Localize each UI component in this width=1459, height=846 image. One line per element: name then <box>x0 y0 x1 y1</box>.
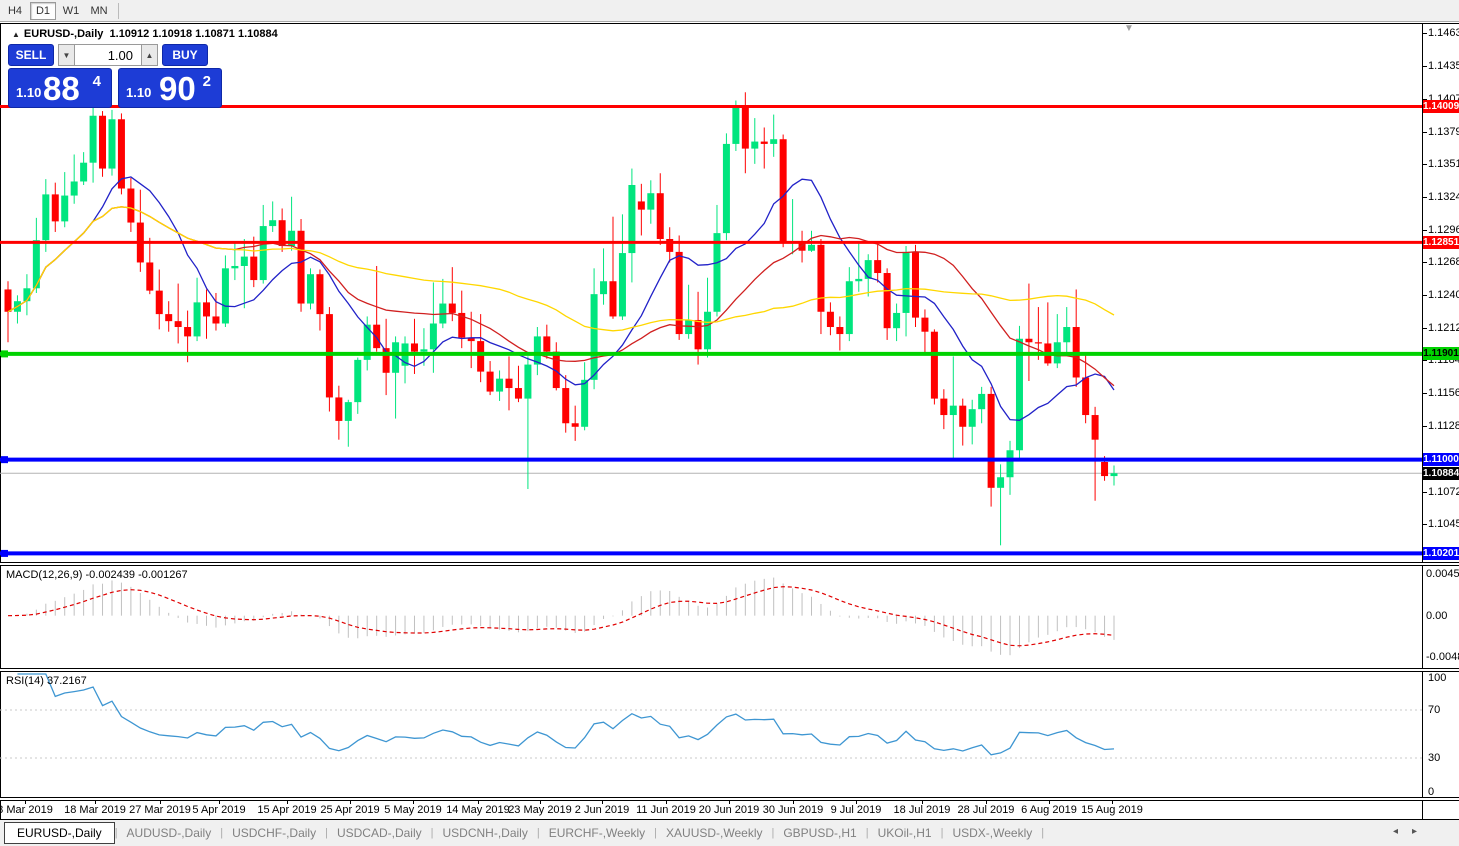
timeframe-toolbar: H4 D1 W1 MN <box>0 0 1459 22</box>
price-tick-mark <box>1423 524 1427 526</box>
macd-axis-zero: 0.00 <box>1426 609 1448 622</box>
volume-input[interactable] <box>75 44 141 66</box>
symbol-tab-bar: EURUSD-,Daily | AUDUSD-,Daily | USDCHF-,Dail… <box>0 820 1459 846</box>
tab-audusd-daily[interactable]: AUDUSD-,Daily <box>118 823 221 843</box>
price-tick-mark <box>1423 360 1427 362</box>
sell-price-pip: 4 <box>92 73 101 90</box>
collapse-arrow-icon[interactable]: ▲ <box>12 30 20 39</box>
spin-up-icon: ▲ <box>145 50 154 60</box>
price-tick-mark <box>1423 328 1427 330</box>
chart-shift-marker-icon[interactable]: ▼ <box>1124 23 1134 34</box>
price-tick-label: 1.11565 <box>1428 387 1459 400</box>
sell-button[interactable]: SELL <box>8 44 54 66</box>
chart-ohlc-quotes: 1.10912 1.10918 1.10871 1.10884 <box>109 28 278 40</box>
timeframe-button-h4[interactable]: H4 <box>2 2 28 20</box>
macd-axis-bottom: -0.004806 <box>1426 651 1459 663</box>
toolbar-separator <box>118 2 119 19</box>
date-tick-label: 15 Aug 2019 <box>1081 804 1143 816</box>
macd-panel-canvas[interactable] <box>0 566 1422 668</box>
macd-label: MACD(12,26,9) -0.002439 -0.001267 <box>6 569 188 581</box>
price-tick-label: 1.10450 <box>1428 518 1459 531</box>
price-level-badge: 1.11000 <box>1423 453 1459 467</box>
tab-eurusd-daily[interactable]: EURUSD-,Daily <box>4 822 115 844</box>
price-tick-label: 1.12120 <box>1428 322 1459 335</box>
timeframe-button-d1[interactable]: D1 <box>30 1 56 20</box>
tab-scroll-right-icon[interactable]: ▸ <box>1412 826 1431 837</box>
timeframe-button-w1[interactable]: W1 <box>58 2 84 20</box>
price-tick-label: 1.10725 <box>1428 485 1459 498</box>
price-level-badge: 1.14009 <box>1423 99 1459 113</box>
buy-button[interactable]: BUY <box>162 44 208 66</box>
buy-price-main: 90 <box>159 70 196 107</box>
sell-price-prefix: 1.10 <box>16 85 42 100</box>
volume-increase-button[interactable]: ▲ <box>141 44 158 66</box>
rsi-axis-label: 30 <box>1428 752 1441 764</box>
price-tick-label: 1.11285 <box>1428 420 1459 433</box>
macd-axis-top: 0.004517 <box>1426 568 1459 580</box>
price-tick-mark <box>1423 131 1427 133</box>
buy-price-pip: 2 <box>202 73 211 90</box>
price-tick-label: 1.14635 <box>1428 27 1459 39</box>
buy-price-prefix: 1.10 <box>126 85 152 100</box>
tab-eurchf-weekly[interactable]: EURCHF-,Weekly <box>540 823 654 843</box>
rsi-axis-label: 0 <box>1428 786 1435 798</box>
tab-xauusd-weekly[interactable]: XAUUSD-,Weekly <box>657 823 771 843</box>
volume-decrease-button[interactable]: ▼ <box>58 44 75 66</box>
price-tick-label: 1.14355 <box>1428 59 1459 72</box>
price-tick-mark <box>1423 426 1427 428</box>
price-tick-mark <box>1423 164 1427 166</box>
price-tick-mark <box>1423 295 1427 297</box>
chart-symbol-label: EURUSD-,Daily <box>23 28 104 40</box>
timeframe-button-mn[interactable]: MN <box>86 2 112 20</box>
price-tick-label: 1.13515 <box>1428 158 1459 171</box>
price-tick-label: 1.12400 <box>1428 289 1459 302</box>
price-tick-label: 1.13795 <box>1428 125 1459 138</box>
price-tick-mark <box>1423 33 1427 34</box>
rsi-panel-canvas[interactable] <box>0 672 1422 797</box>
sell-price-display[interactable]: 1.10 88 4 <box>8 68 112 108</box>
rsi-label: RSI(14) 37.2167 <box>6 675 87 687</box>
terminal-window: H4 D1 W1 MN ▲ EURUSD-,Daily 1.10912 1.10918 … <box>0 0 1459 846</box>
rsi-axis-label: 100 <box>1428 672 1447 684</box>
price-level-badge: 1.11901 <box>1423 347 1459 361</box>
price-tick-mark <box>1423 196 1427 198</box>
tab-separator: | <box>1041 827 1045 839</box>
current-price-badge: 1.10884 <box>1423 466 1459 480</box>
price-tick-label: 1.13240 <box>1428 190 1459 203</box>
price-tick-mark <box>1423 262 1427 264</box>
price-level-badge: 1.10201 <box>1423 546 1459 560</box>
tab-usdchf-daily[interactable]: USDCHF-,Daily <box>223 823 325 843</box>
spin-down-icon: ▼ <box>62 50 71 60</box>
rsi-axis-label: 70 <box>1428 704 1441 716</box>
buy-price-display[interactable]: 1.10 90 2 <box>118 68 222 108</box>
one-click-trading-panel: SELL ▼ ▲ BUY 1.10 88 4 1.10 90 2 <box>8 44 222 108</box>
price-axis-line <box>1422 24 1423 819</box>
tab-scroll-left-icon[interactable]: ◂ <box>1393 826 1412 837</box>
timeframe-buttons: H4 D1 W1 MN <box>2 1 114 20</box>
price-tick-label: 1.12680 <box>1428 256 1459 269</box>
tab-usdcad-daily[interactable]: USDCAD-,Daily <box>328 823 431 843</box>
price-tick-mark <box>1423 65 1427 67</box>
tab-ukoil-h1[interactable]: UKOil-,H1 <box>869 823 941 843</box>
price-tick-mark <box>1423 229 1427 231</box>
tab-usdx-weekly[interactable]: USDX-,Weekly <box>943 823 1041 843</box>
tab-scroll-arrows: ◂▸ <box>1393 826 1431 837</box>
chart-title: ▲ EURUSD-,Daily 1.10912 1.10918 1.10871 1… <box>12 28 278 40</box>
price-tick-mark <box>1423 491 1427 493</box>
price-tick-label: 1.12960 <box>1428 223 1459 236</box>
price-level-badge: 1.12851 <box>1423 235 1459 249</box>
tab-usdcnh-daily[interactable]: USDCNH-,Daily <box>434 823 537 843</box>
tab-gbpusd-h1[interactable]: GBPUSD-,H1 <box>774 823 865 843</box>
price-tick-mark <box>1423 393 1427 395</box>
sell-price-main: 88 <box>43 70 80 107</box>
